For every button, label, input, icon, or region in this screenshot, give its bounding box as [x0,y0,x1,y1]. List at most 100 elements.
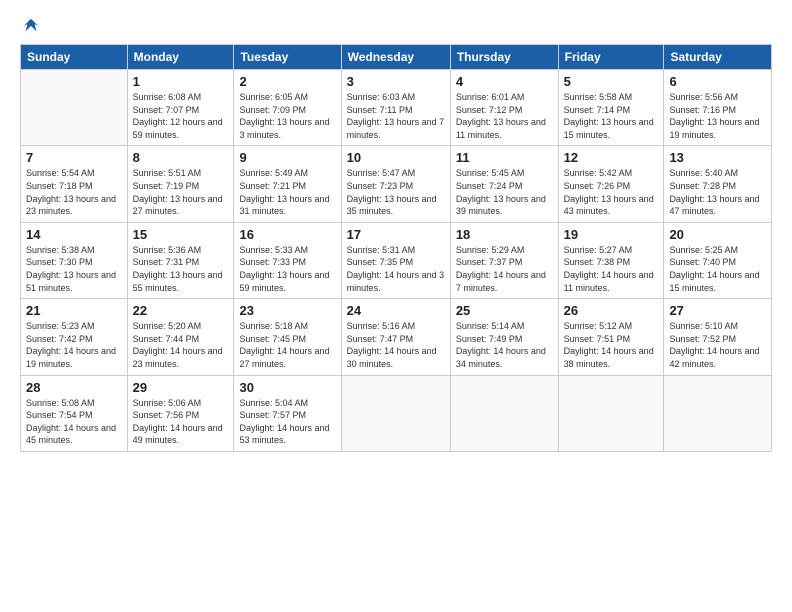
day-info: Sunrise: 5:49 AM Sunset: 7:21 PM Dayligh… [239,167,335,217]
sunset-text: Sunset: 7:11 PM [347,105,413,115]
daylight-text: Daylight: 13 hours and 23 minutes. [26,194,116,217]
day-header-monday: Monday [127,45,234,70]
calendar-cell: 30 Sunrise: 5:04 AM Sunset: 7:57 PM Dayl… [234,375,341,451]
day-info: Sunrise: 5:18 AM Sunset: 7:45 PM Dayligh… [239,320,335,370]
sunrise-text: Sunrise: 5:38 AM [26,245,95,255]
day-number: 13 [669,150,766,165]
sunrise-text: Sunrise: 6:08 AM [133,92,202,102]
calendar-cell: 12 Sunrise: 5:42 AM Sunset: 7:26 PM Dayl… [558,146,664,222]
day-number: 7 [26,150,122,165]
calendar-cell: 15 Sunrise: 5:36 AM Sunset: 7:31 PM Dayl… [127,222,234,298]
day-number: 27 [669,303,766,318]
day-number: 26 [564,303,659,318]
calendar-cell: 18 Sunrise: 5:29 AM Sunset: 7:37 PM Dayl… [450,222,558,298]
sunrise-text: Sunrise: 5:16 AM [347,321,416,331]
sunset-text: Sunset: 7:44 PM [133,334,200,344]
calendar-cell: 24 Sunrise: 5:16 AM Sunset: 7:47 PM Dayl… [341,299,450,375]
day-number: 6 [669,74,766,89]
daylight-text: Daylight: 13 hours and 39 minutes. [456,194,546,217]
calendar-cell: 7 Sunrise: 5:54 AM Sunset: 7:18 PM Dayli… [21,146,128,222]
calendar-cell: 5 Sunrise: 5:58 AM Sunset: 7:14 PM Dayli… [558,70,664,146]
day-number: 14 [26,227,122,242]
sunrise-text: Sunrise: 5:14 AM [456,321,525,331]
day-header-tuesday: Tuesday [234,45,341,70]
day-number: 24 [347,303,445,318]
sunset-text: Sunset: 7:40 PM [669,257,736,267]
sunset-text: Sunset: 7:07 PM [133,105,200,115]
day-info: Sunrise: 6:03 AM Sunset: 7:11 PM Dayligh… [347,91,445,141]
day-number: 25 [456,303,553,318]
daylight-text: Daylight: 14 hours and 7 minutes. [456,270,546,293]
sunrise-text: Sunrise: 5:33 AM [239,245,308,255]
day-info: Sunrise: 6:01 AM Sunset: 7:12 PM Dayligh… [456,91,553,141]
calendar-cell: 25 Sunrise: 5:14 AM Sunset: 7:49 PM Dayl… [450,299,558,375]
daylight-text: Daylight: 14 hours and 45 minutes. [26,423,116,446]
sunset-text: Sunset: 7:18 PM [26,181,93,191]
sunrise-text: Sunrise: 5:58 AM [564,92,633,102]
day-number: 5 [564,74,659,89]
sunrise-text: Sunrise: 6:03 AM [347,92,416,102]
day-number: 29 [133,380,229,395]
day-info: Sunrise: 5:29 AM Sunset: 7:37 PM Dayligh… [456,244,553,294]
daylight-text: Daylight: 14 hours and 11 minutes. [564,270,654,293]
calendar-cell: 22 Sunrise: 5:20 AM Sunset: 7:44 PM Dayl… [127,299,234,375]
sunset-text: Sunset: 7:12 PM [456,105,523,115]
sunrise-text: Sunrise: 5:20 AM [133,321,202,331]
day-number: 4 [456,74,553,89]
daylight-text: Daylight: 13 hours and 7 minutes. [347,117,445,140]
daylight-text: Daylight: 14 hours and 49 minutes. [133,423,223,446]
sunrise-text: Sunrise: 5:51 AM [133,168,202,178]
sunset-text: Sunset: 7:51 PM [564,334,631,344]
calendar-cell: 13 Sunrise: 5:40 AM Sunset: 7:28 PM Dayl… [664,146,772,222]
day-number: 10 [347,150,445,165]
sunrise-text: Sunrise: 5:54 AM [26,168,95,178]
day-number: 3 [347,74,445,89]
calendar-week-row: 7 Sunrise: 5:54 AM Sunset: 7:18 PM Dayli… [21,146,772,222]
day-number: 16 [239,227,335,242]
calendar-header-row: SundayMondayTuesdayWednesdayThursdayFrid… [21,45,772,70]
sunset-text: Sunset: 7:33 PM [239,257,306,267]
sunrise-text: Sunrise: 5:08 AM [26,398,95,408]
daylight-text: Daylight: 13 hours and 15 minutes. [564,117,654,140]
calendar-cell: 20 Sunrise: 5:25 AM Sunset: 7:40 PM Dayl… [664,222,772,298]
sunset-text: Sunset: 7:37 PM [456,257,523,267]
day-header-friday: Friday [558,45,664,70]
daylight-text: Daylight: 13 hours and 31 minutes. [239,194,329,217]
day-header-thursday: Thursday [450,45,558,70]
calendar-cell: 6 Sunrise: 5:56 AM Sunset: 7:16 PM Dayli… [664,70,772,146]
sunrise-text: Sunrise: 5:06 AM [133,398,202,408]
day-number: 28 [26,380,122,395]
daylight-text: Daylight: 13 hours and 11 minutes. [456,117,546,140]
sunset-text: Sunset: 7:16 PM [669,105,736,115]
calendar-cell: 14 Sunrise: 5:38 AM Sunset: 7:30 PM Dayl… [21,222,128,298]
calendar-cell: 9 Sunrise: 5:49 AM Sunset: 7:21 PM Dayli… [234,146,341,222]
daylight-text: Daylight: 13 hours and 55 minutes. [133,270,223,293]
sunrise-text: Sunrise: 5:25 AM [669,245,738,255]
calendar-cell: 29 Sunrise: 5:06 AM Sunset: 7:56 PM Dayl… [127,375,234,451]
calendar-cell: 4 Sunrise: 6:01 AM Sunset: 7:12 PM Dayli… [450,70,558,146]
day-header-saturday: Saturday [664,45,772,70]
sunset-text: Sunset: 7:21 PM [239,181,306,191]
day-number: 15 [133,227,229,242]
daylight-text: Daylight: 12 hours and 59 minutes. [133,117,223,140]
sunrise-text: Sunrise: 6:01 AM [456,92,525,102]
daylight-text: Daylight: 14 hours and 42 minutes. [669,346,759,369]
calendar-cell [664,375,772,451]
daylight-text: Daylight: 14 hours and 30 minutes. [347,346,437,369]
sunrise-text: Sunrise: 5:56 AM [669,92,738,102]
sunset-text: Sunset: 7:31 PM [133,257,200,267]
sunset-text: Sunset: 7:42 PM [26,334,93,344]
calendar-cell: 27 Sunrise: 5:10 AM Sunset: 7:52 PM Dayl… [664,299,772,375]
daylight-text: Daylight: 14 hours and 38 minutes. [564,346,654,369]
day-number: 12 [564,150,659,165]
day-info: Sunrise: 5:12 AM Sunset: 7:51 PM Dayligh… [564,320,659,370]
sunrise-text: Sunrise: 5:10 AM [669,321,738,331]
day-number: 9 [239,150,335,165]
day-info: Sunrise: 5:08 AM Sunset: 7:54 PM Dayligh… [26,397,122,447]
sunset-text: Sunset: 7:47 PM [347,334,414,344]
day-number: 23 [239,303,335,318]
day-info: Sunrise: 5:33 AM Sunset: 7:33 PM Dayligh… [239,244,335,294]
daylight-text: Daylight: 14 hours and 23 minutes. [133,346,223,369]
sunset-text: Sunset: 7:57 PM [239,410,306,420]
day-number: 17 [347,227,445,242]
